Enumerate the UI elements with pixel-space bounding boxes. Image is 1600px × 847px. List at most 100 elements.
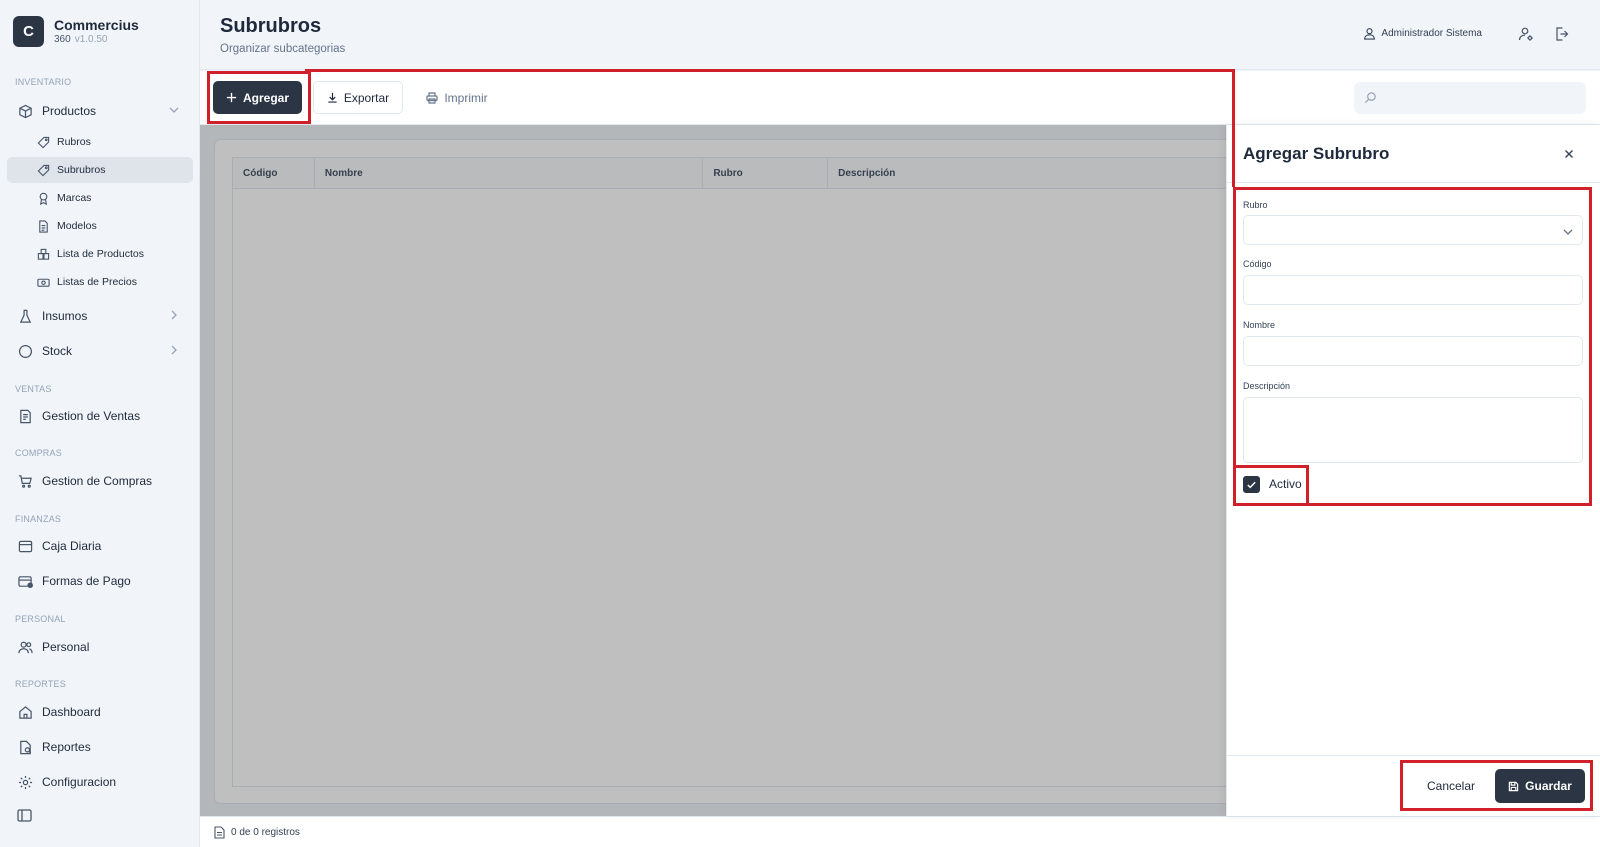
sidebar-item-label: Formas de Pago xyxy=(42,574,131,588)
add-button-label: Agregar xyxy=(242,90,289,105)
brand-version: v1.0.50 xyxy=(74,33,108,45)
search-icon xyxy=(1364,92,1376,104)
document-icon xyxy=(214,825,225,839)
sidebar-item-label: Reportes xyxy=(42,740,91,754)
cancel-button-label: Cancelar xyxy=(1426,779,1476,793)
wallet-icon xyxy=(17,538,33,554)
sidebar-item-label: Configuracion xyxy=(42,775,117,789)
sidebar-item-personal[interactable]: Personal xyxy=(7,634,193,660)
brand-logo: C xyxy=(13,16,44,47)
user-settings-icon[interactable] xyxy=(1518,26,1534,42)
flask-icon xyxy=(17,308,33,324)
codigo-input[interactable] xyxy=(1243,275,1583,305)
sidebar-item-gestion-compras[interactable]: Gestion de Compras xyxy=(7,468,193,494)
sidebar-item-configuracion[interactable]: Configuracion xyxy=(7,769,193,795)
sidebar-item-reportes[interactable]: Reportes xyxy=(7,734,193,760)
cart-icon xyxy=(17,473,33,489)
user-menu[interactable]: Administrador Sistema xyxy=(1363,27,1482,40)
tags-icon xyxy=(36,163,50,177)
print-button[interactable]: Imprimir xyxy=(414,81,500,114)
boxes-icon xyxy=(36,247,50,261)
close-icon[interactable] xyxy=(1562,147,1576,161)
users-icon xyxy=(17,639,33,655)
export-button[interactable]: Exportar xyxy=(313,81,403,114)
modal-backdrop[interactable] xyxy=(200,125,1226,816)
sidebar-item-label: Listas de Precios xyxy=(57,276,137,288)
sidebar-item-label: Lista de Productos xyxy=(57,248,144,260)
sidebar-item-label: Caja Diaria xyxy=(42,539,102,553)
save-button[interactable]: Guardar xyxy=(1495,769,1585,803)
sidebar-item-label: Modelos xyxy=(57,220,97,232)
sidebar-item-label: Gestion de Ventas xyxy=(42,409,141,423)
sidebar-item-label: Rubros xyxy=(57,136,91,148)
sidebar-item-productos[interactable]: Productos xyxy=(7,98,193,124)
sidebar-item-label: Productos xyxy=(42,104,97,118)
cancel-button[interactable]: Cancelar xyxy=(1411,769,1491,803)
print-button-label: Imprimir xyxy=(444,90,488,105)
box-icon xyxy=(17,103,33,119)
activo-checkbox[interactable] xyxy=(1243,476,1260,493)
logout-icon[interactable] xyxy=(1554,26,1570,42)
records-count: 0 de 0 registros xyxy=(231,826,300,838)
home-icon xyxy=(17,704,33,720)
search-box[interactable] xyxy=(1354,82,1586,114)
sidebar-item-label: Insumos xyxy=(42,309,88,323)
section-label-finanzas: FINANZAS xyxy=(15,514,62,524)
descripcion-textarea[interactable] xyxy=(1243,397,1583,463)
sidebar-item-label: Stock xyxy=(42,344,73,358)
section-label-ventas: VENTAS xyxy=(15,384,52,394)
sidebar-item-caja-diaria[interactable]: Caja Diaria xyxy=(7,533,193,559)
printer-icon xyxy=(426,91,438,104)
sidebar-item-modelos[interactable]: Modelos xyxy=(7,213,193,239)
sidebar-item-rubros[interactable]: Rubros xyxy=(7,129,193,155)
section-label-compras: COMPRAS xyxy=(15,448,62,458)
sidebar-item-insumos[interactable]: Insumos xyxy=(7,303,193,329)
sidebar-item-lista-productos[interactable]: Lista de Productos xyxy=(7,241,193,267)
credit-card-icon xyxy=(17,573,33,589)
rubro-label: Rubro xyxy=(1243,200,1268,210)
sidebar: C Commercius 360 v1.0.50 INVENTARIO Produ… xyxy=(0,0,200,847)
add-subrubro-panel: Agregar Subrubro Rubro Código Nombre Des… xyxy=(1226,125,1600,816)
toolbar: Agregar Exportar Imprimir xyxy=(200,71,1600,125)
sidebar-item-marcas[interactable]: Marcas xyxy=(7,185,193,211)
chevron-down-icon xyxy=(1563,229,1573,235)
chevron-right-icon xyxy=(171,345,177,355)
sidebar-item-stock[interactable]: Stock xyxy=(7,338,193,364)
tag-icon xyxy=(36,135,50,149)
gear-icon xyxy=(17,774,33,790)
sidebar-item-label: Marcas xyxy=(57,192,92,204)
add-button[interactable]: Agregar xyxy=(213,81,302,114)
award-icon xyxy=(36,191,50,205)
page-title: Subrubros xyxy=(220,15,322,37)
brand-product: 360 xyxy=(54,33,71,45)
nombre-input[interactable] xyxy=(1243,336,1583,366)
brand[interactable]: C Commercius 360 v1.0.50 xyxy=(13,16,139,47)
sidebar-item-label: Subrubros xyxy=(57,164,106,176)
activo-label[interactable]: Activo xyxy=(1269,477,1302,491)
nombre-label: Nombre xyxy=(1243,320,1276,330)
status-bar: 0 de 0 registros xyxy=(200,816,1600,847)
brand-name: Commercius xyxy=(54,16,139,33)
search-input[interactable] xyxy=(1384,82,1579,114)
save-icon xyxy=(1508,781,1519,791)
rubro-select[interactable] xyxy=(1243,215,1583,245)
banknote-icon xyxy=(36,275,50,289)
page-header: Subrubros Organizar subcategorias Admini… xyxy=(200,0,1600,70)
sidebar-item-label: Dashboard xyxy=(42,705,101,719)
section-label-inventario: INVENTARIO xyxy=(15,77,72,87)
sidebar-item-formas-pago[interactable]: Formas de Pago xyxy=(7,568,193,594)
sidebar-item-dashboard[interactable]: Dashboard xyxy=(7,699,193,725)
page-subtitle: Organizar subcategorias xyxy=(220,43,346,55)
sidebar-collapse-icon[interactable] xyxy=(17,809,32,822)
panel-title: Agregar Subrubro xyxy=(1243,144,1390,163)
sidebar-item-subrubros[interactable]: Subrubros xyxy=(7,157,193,183)
descripcion-label: Descripción xyxy=(1243,381,1291,391)
save-button-label: Guardar xyxy=(1525,779,1572,793)
sidebar-item-listas-precios[interactable]: Listas de Precios xyxy=(7,269,193,295)
plus-icon xyxy=(226,92,237,103)
circle-icon xyxy=(17,343,33,359)
user-icon xyxy=(1364,28,1376,40)
sidebar-item-label: Personal xyxy=(42,640,90,654)
chevron-right-icon xyxy=(171,310,177,320)
sidebar-item-gestion-ventas[interactable]: Gestion de Ventas xyxy=(7,403,193,429)
